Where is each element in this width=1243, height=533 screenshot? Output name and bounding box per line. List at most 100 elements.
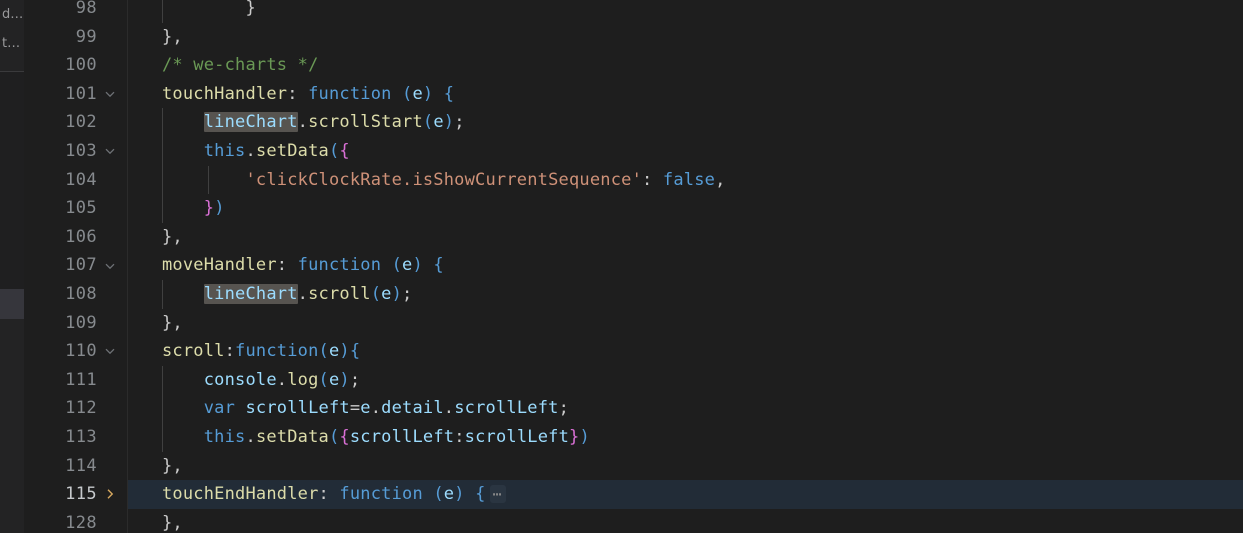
side-panel-selected-row[interactable] bbox=[0, 289, 24, 319]
fold-placeholder bbox=[99, 23, 121, 52]
code-line-99[interactable]: }, bbox=[128, 23, 1243, 52]
code-line-102[interactable]: lineChart.scrollStart(e); bbox=[128, 108, 1243, 137]
code-token: . bbox=[245, 140, 256, 161]
code-token: , bbox=[715, 169, 726, 190]
gutter-line-112: 112 bbox=[24, 394, 127, 423]
code-token: ( bbox=[402, 83, 413, 104]
code-line-106[interactable]: }, bbox=[128, 223, 1243, 252]
code-token: this bbox=[203, 140, 246, 161]
gutter-line-110: 110 bbox=[24, 337, 127, 366]
chevron-down-icon[interactable] bbox=[99, 337, 121, 366]
code-token: . bbox=[245, 426, 256, 447]
code-line-104[interactable]: 'clickClockRate.isShowCurrentSequence': … bbox=[128, 165, 1243, 195]
code-token: /* we-charts */ bbox=[162, 55, 319, 76]
code-line-128[interactable]: }, bbox=[128, 509, 1243, 533]
line-number: 98 bbox=[75, 0, 97, 18]
gutter-line-109: 109 bbox=[24, 309, 127, 338]
line-number: 112 bbox=[65, 398, 97, 419]
code-line-108[interactable]: lineChart.scroll(e); bbox=[128, 279, 1243, 309]
fold-placeholder bbox=[99, 223, 121, 252]
code-token: ) bbox=[454, 484, 465, 505]
line-number-gutter: 98 99 100 101 102 103 104 105 106 107 108 109 110 111… bbox=[24, 0, 128, 533]
code-token: } bbox=[245, 0, 256, 18]
code-token: lineChart bbox=[203, 112, 298, 133]
code-line-115[interactable]: touchEndHandler: function (e) {⋯ bbox=[128, 480, 1243, 509]
chevron-down-icon[interactable] bbox=[99, 251, 121, 280]
chevron-down-icon[interactable] bbox=[99, 80, 121, 109]
line-number: 115 bbox=[65, 484, 97, 505]
gutter-line-101: 101 bbox=[24, 80, 127, 109]
code-token: 'clickClockRate.isShowCurrentSequence' bbox=[245, 169, 643, 190]
code-token: ( bbox=[422, 112, 434, 133]
code-token: ( bbox=[433, 484, 444, 505]
code-token: ) bbox=[412, 255, 423, 276]
code-token: : bbox=[287, 83, 309, 104]
side-panel-row[interactable]: t… bbox=[0, 29, 24, 58]
gutter-line-105: 105 bbox=[24, 194, 127, 223]
code-token: ; bbox=[454, 112, 465, 133]
code-token: . bbox=[297, 283, 309, 304]
fold-placeholder bbox=[99, 394, 121, 423]
line-number: 106 bbox=[65, 226, 97, 247]
line-number: 109 bbox=[65, 312, 97, 333]
folded-region-badge[interactable]: ⋯ bbox=[489, 485, 506, 504]
code-line-111[interactable]: console.log(e); bbox=[128, 365, 1243, 395]
gutter-line-99: 99 bbox=[24, 23, 127, 52]
code-token: this bbox=[203, 426, 246, 447]
code-token: : bbox=[224, 341, 236, 362]
code-line-100[interactable]: /* we-charts */ bbox=[128, 51, 1243, 80]
code-line-113[interactable]: this.setData({scrollLeft:scrollLeft}) bbox=[128, 422, 1243, 452]
code-token: console bbox=[203, 369, 277, 390]
code-token: moveHandler bbox=[162, 255, 277, 276]
gutter-line-107: 107 bbox=[24, 251, 127, 280]
chevron-right-icon[interactable] bbox=[99, 480, 121, 509]
indent-guide bbox=[162, 165, 163, 195]
code-token: : bbox=[276, 255, 298, 276]
code-token: log bbox=[287, 369, 319, 390]
code-token: e bbox=[402, 255, 413, 276]
code-token: ) bbox=[339, 369, 350, 390]
line-number: 107 bbox=[65, 255, 97, 276]
line-number: 99 bbox=[75, 26, 97, 47]
code-token: scrollLeft bbox=[245, 398, 350, 419]
code-token: e bbox=[381, 283, 392, 304]
code-token: }, bbox=[162, 512, 183, 533]
code-line-112[interactable]: var scrollLeft=e.detail.scrollLeft; bbox=[128, 394, 1243, 423]
code-token: var bbox=[203, 398, 236, 419]
line-number: 103 bbox=[65, 140, 97, 161]
gutter-line-115: 115 bbox=[24, 480, 127, 509]
chevron-down-icon[interactable] bbox=[99, 137, 121, 166]
code-token: scrollLeft bbox=[349, 426, 455, 447]
code-token: ; bbox=[558, 398, 570, 419]
code-line-110[interactable]: scroll:function(e){ bbox=[128, 337, 1243, 366]
line-number: 104 bbox=[65, 169, 97, 190]
code-token: scrollStart bbox=[308, 112, 423, 133]
fold-placeholder bbox=[99, 194, 121, 223]
code-line-98[interactable]: } bbox=[128, 0, 1243, 23]
code-line-114[interactable]: }, bbox=[128, 452, 1243, 481]
code-token: e bbox=[328, 369, 340, 390]
code-line-107[interactable]: moveHandler: function (e) { bbox=[128, 251, 1243, 280]
code-token: e bbox=[443, 484, 455, 505]
side-panel-clipped[interactable]: d… t… bbox=[0, 0, 24, 533]
code-token: function bbox=[235, 341, 319, 362]
fold-placeholder bbox=[99, 51, 121, 80]
line-number: 102 bbox=[65, 112, 97, 133]
code-token: { bbox=[475, 484, 486, 505]
code-token: } bbox=[569, 426, 580, 447]
side-panel-row[interactable]: d… bbox=[0, 0, 24, 29]
code-token: function bbox=[308, 83, 392, 104]
code-token: } bbox=[203, 198, 215, 219]
code-text-area[interactable]: }}, /* we-charts */ touchHandler: function… bbox=[128, 0, 1243, 533]
code-line-101[interactable]: touchHandler: function (e) { bbox=[128, 80, 1243, 109]
code-token: { bbox=[339, 426, 350, 447]
code-line-105[interactable]: }) bbox=[128, 194, 1243, 223]
code-line-103[interactable]: this.setData({ bbox=[128, 136, 1243, 166]
code-line-109[interactable]: }, bbox=[128, 309, 1243, 338]
